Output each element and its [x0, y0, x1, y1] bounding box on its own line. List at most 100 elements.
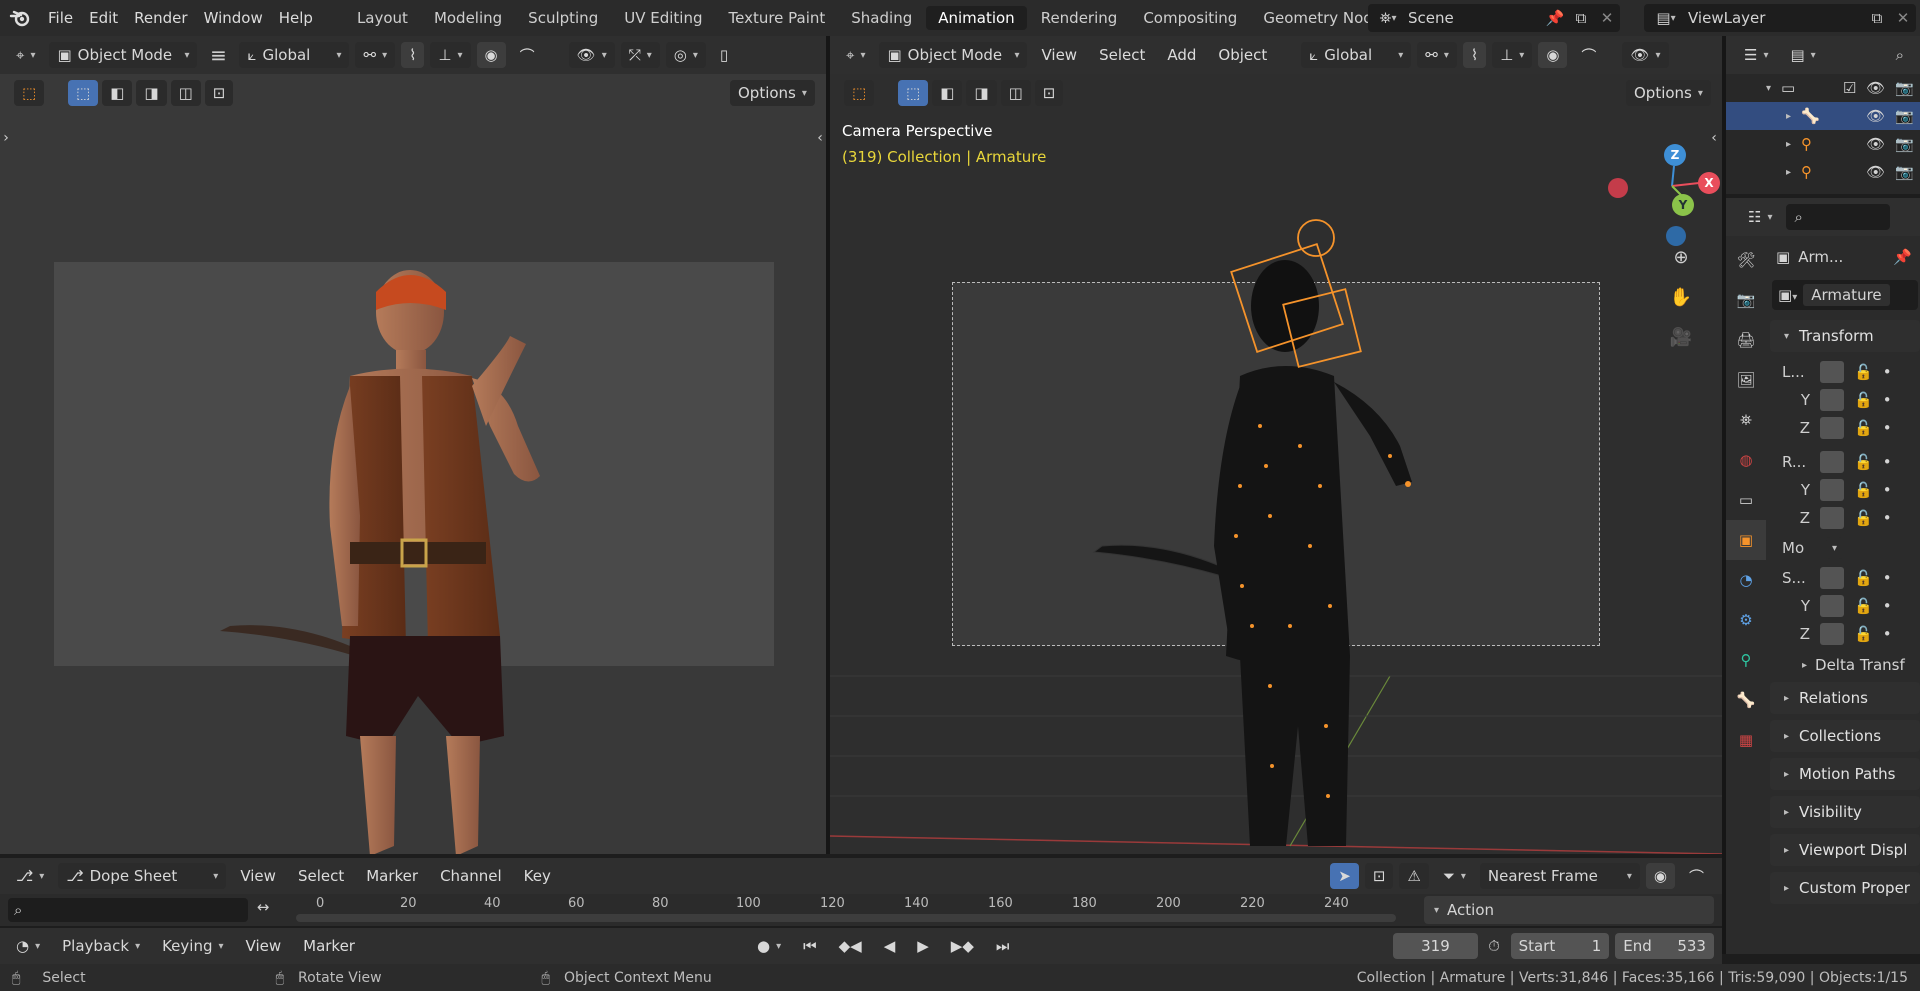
action-panel-header[interactable]: ▾ Action: [1424, 896, 1714, 924]
expand-icon[interactable]: ▸: [1786, 167, 1791, 178]
zoom-icon[interactable]: ⊕: [1666, 242, 1696, 272]
right-select-invert-icon[interactable]: ◫: [1000, 80, 1031, 106]
render-icon[interactable]: 📷: [1895, 163, 1914, 181]
jump-prev-keyframe-icon[interactable]: ◆◀: [831, 933, 870, 959]
custom-properties-panel-header[interactable]: ▸ Custom Proper: [1770, 872, 1920, 904]
lock-icon[interactable]: 🔓: [1854, 625, 1873, 643]
right-snap-target-button[interactable]: ⊥ ▾: [1492, 42, 1533, 68]
outliner-search-icon[interactable]: ⌕: [1896, 46, 1904, 64]
xray-button[interactable]: ▯: [712, 42, 736, 68]
right-editor-type-button[interactable]: ⌖ ▾: [838, 42, 873, 68]
delta-transform-header[interactable]: ▸ Delta Transf: [1782, 648, 1920, 682]
right-select-subtract-icon[interactable]: ◨: [966, 80, 997, 106]
location-y-field[interactable]: [1820, 389, 1844, 411]
gizmo-x-axis[interactable]: X: [1698, 172, 1720, 194]
eye-icon[interactable]: 👁: [1866, 163, 1885, 181]
errors-only-icon[interactable]: ⚠: [1399, 863, 1429, 889]
camera-view-icon[interactable]: 🎥: [1666, 322, 1696, 352]
viewport-display-panel-header[interactable]: ▸ Viewport Displ: [1770, 834, 1920, 866]
hamburger-menu-icon[interactable]: ≡: [203, 43, 233, 67]
dope-menu-channel[interactable]: Channel: [432, 867, 510, 885]
right-3d-viewport[interactable]: ⌖ ▾ ▣ Object Mode ▾ View Select Add Object …: [830, 36, 1722, 854]
blender-logo-icon[interactable]: [0, 0, 40, 36]
lock-icon[interactable]: 🔓: [1854, 453, 1873, 471]
collection-tab-icon[interactable]: ▭: [1726, 480, 1766, 520]
select-tool-icon[interactable]: ⬚: [14, 80, 44, 106]
right-menu-select[interactable]: Select: [1091, 46, 1153, 64]
select-subtract-icon[interactable]: ◨: [136, 80, 167, 106]
display-mode-icon[interactable]: ▤ ▾: [1782, 42, 1823, 68]
close-view-layer-icon[interactable]: ✕: [1890, 9, 1916, 27]
tab-compositing[interactable]: Compositing: [1131, 6, 1249, 30]
keyframe-dot-icon[interactable]: •: [1883, 481, 1892, 499]
left-3d-viewport[interactable]: ⌖ ▾ ▣ Object Mode ▾ ≡ ⟀ Global ▾ ⚯ ▾ ⌇ ⊥ ▾ ◉ ⌒ …: [0, 36, 826, 854]
scene-tab-icon[interactable]: ⛯: [1726, 400, 1766, 440]
expand-icon[interactable]: ▾: [1766, 83, 1771, 94]
tab-uv-editing[interactable]: UV Editing: [612, 6, 714, 30]
outliner-row-collection[interactable]: ▾ ▭ ☑ 👁 📷: [1726, 74, 1920, 102]
lock-icon[interactable]: 🔓: [1854, 391, 1873, 409]
data-tab-icon[interactable]: 🦴: [1726, 680, 1766, 720]
frame-scrollbar[interactable]: [296, 914, 1396, 922]
snap-mode-dropdown[interactable]: Nearest Frame ▾: [1479, 863, 1640, 889]
right-menu-add[interactable]: Add: [1159, 46, 1204, 64]
keyframe-dot-icon[interactable]: •: [1883, 509, 1892, 527]
dope-editor-type-button[interactable]: ⎇ ▾: [8, 863, 52, 889]
render-icon[interactable]: 📷: [1895, 107, 1914, 125]
visibility-button[interactable]: 👁 ▾: [568, 42, 615, 68]
right-options-dropdown[interactable]: Options ▾: [1626, 80, 1711, 106]
view-layer-tab-icon[interactable]: 🖼: [1726, 360, 1766, 400]
eye-icon[interactable]: 👁: [1866, 135, 1885, 153]
render-icon[interactable]: 📷: [1895, 79, 1914, 97]
keyframe-dot-icon[interactable]: •: [1883, 569, 1892, 587]
texture-tab-icon[interactable]: ▦: [1726, 720, 1766, 760]
right-falloff-button[interactable]: ⌒: [1573, 42, 1604, 68]
rotation-x-field[interactable]: [1820, 451, 1844, 473]
lock-icon[interactable]: 🔓: [1854, 509, 1873, 527]
only-selected-icon[interactable]: ➤: [1330, 863, 1359, 889]
left-mode-dropdown[interactable]: ▣ Object Mode ▾: [49, 42, 198, 68]
data-selector[interactable]: ▣▾ Armature: [1772, 280, 1918, 310]
rotation-y-field[interactable]: [1820, 479, 1844, 501]
new-view-layer-icon[interactable]: ⧉: [1864, 9, 1890, 27]
outliner-row-armature[interactable]: ▸ 🦴 👁 📷: [1726, 102, 1920, 130]
jump-start-icon[interactable]: ⏮: [795, 933, 825, 959]
frame-ruler[interactable]: 0 20 40 60 80 100 120 140 160 180 200 220 240: [296, 896, 1396, 924]
timeline-menu-marker[interactable]: Marker: [295, 937, 363, 955]
jump-next-keyframe-icon[interactable]: ▶◆: [943, 933, 982, 959]
rotation-mode-dropdown[interactable]: ▾: [1826, 537, 1844, 559]
properties-type-icon[interactable]: ☷ ▾: [1740, 204, 1780, 230]
editor-type-button[interactable]: ⌖ ▾: [8, 42, 43, 68]
falloff-button[interactable]: ⌒: [512, 42, 543, 68]
right-pivot-button[interactable]: ⚯ ▾: [1417, 42, 1457, 68]
lock-icon[interactable]: 🔓: [1854, 363, 1873, 381]
rotation-z-field[interactable]: [1820, 507, 1844, 529]
navigation-gizmo[interactable]: Z Y X: [1590, 126, 1720, 246]
select-extend-icon[interactable]: ◧: [102, 80, 133, 106]
snap-target-button[interactable]: ⊥ ▾: [430, 42, 471, 68]
menu-render[interactable]: Render: [126, 9, 195, 27]
select-intersect-icon[interactable]: ⊡: [204, 80, 234, 106]
playback-dropdown[interactable]: Playback ▾: [54, 933, 148, 959]
right-visibility-button[interactable]: 👁 ▾: [1622, 42, 1669, 68]
modifier-tab-icon[interactable]: ◔: [1726, 560, 1766, 600]
render-icon[interactable]: 📷: [1895, 135, 1914, 153]
dope-menu-marker[interactable]: Marker: [358, 867, 426, 885]
dope-mode-dropdown[interactable]: ⎇ Dope Sheet ▾: [58, 863, 227, 889]
constraint-tab-icon[interactable]: ⚲: [1726, 640, 1766, 680]
play-reverse-icon[interactable]: ◀: [876, 933, 904, 959]
collections-panel-header[interactable]: ▸ Collections: [1770, 720, 1920, 752]
select-new-icon[interactable]: ⬚: [68, 80, 99, 106]
keyframe-dot-icon[interactable]: •: [1883, 391, 1892, 409]
visibility-panel-header[interactable]: ▸ Visibility: [1770, 796, 1920, 828]
object-tab-icon[interactable]: ▣: [1726, 520, 1766, 560]
right-menu-view[interactable]: View: [1033, 46, 1085, 64]
lock-icon[interactable]: 🔓: [1854, 419, 1873, 437]
outliner-row-object[interactable]: ▸ ⚲ 👁 📷: [1726, 130, 1920, 158]
pivot-point-button[interactable]: ⚯ ▾: [355, 42, 396, 68]
tool-tab-icon[interactable]: 🛠: [1726, 240, 1766, 280]
scale-x-field[interactable]: [1820, 567, 1844, 589]
location-z-field[interactable]: [1820, 417, 1844, 439]
select-invert-icon[interactable]: ◫: [170, 80, 201, 106]
new-scene-icon[interactable]: ⧉: [1568, 9, 1594, 27]
